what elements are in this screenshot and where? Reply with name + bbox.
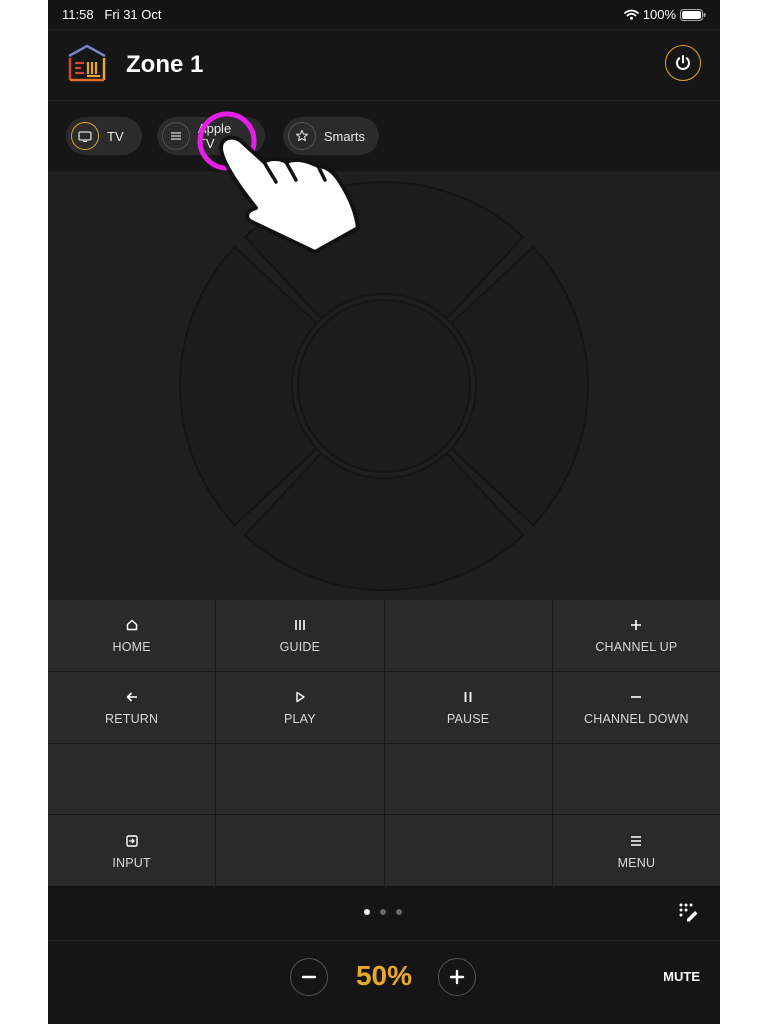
minus-icon [631,696,642,698]
menu-button[interactable]: MENU [552,815,720,886]
dpad-ok-button[interactable] [297,299,471,473]
remote-app: 11:58 Fri 31 Oct 100% Zone 1 TV Apple TV… [48,0,720,1024]
source-tv[interactable]: TV [66,117,142,155]
arrow-left-icon [126,692,137,702]
input-button[interactable]: INPUT [48,815,216,886]
empty-button-slot [384,743,552,815]
volume-down-button[interactable] [290,958,328,996]
mute-button[interactable]: MUTE [663,969,700,984]
empty-button-slot [384,600,552,671]
minus-icon [301,975,317,979]
guide-icon [295,620,305,631]
page-indicator-bar [48,886,720,941]
battery-icon [680,8,706,21]
channel-up-label: CHANNEL UP [595,640,678,655]
guide-label: GUIDE [279,640,321,655]
plus-icon [449,969,465,985]
source-tv-label: TV [107,128,124,144]
input-icon [125,834,138,847]
home-icon [126,620,137,631]
zone-title: Zone 1 [126,51,204,78]
empty-button-slot [384,815,552,886]
power-icon [676,55,690,70]
plus-icon [631,620,642,631]
source-smarts[interactable]: Smarts [283,117,379,155]
status-time: 11:58 Fri 31 Oct [62,7,162,22]
dpad [179,181,589,591]
play-label: PLAY [283,712,316,727]
pause-icon [464,692,472,703]
source-apple-tv-label: Apple TV [197,121,232,151]
volume-bar: 50% MUTE [48,941,720,1024]
pause-button[interactable]: PAUSE [384,671,552,743]
source-apple-tv[interactable]: Apple TV [157,117,265,155]
status-bar: 11:58 Fri 31 Oct 100% [48,0,720,29]
header: Zone 1 [48,29,720,101]
menu-label: MENU [617,855,656,870]
empty-button-slot [48,743,216,815]
wifi-icon [623,9,639,20]
dpad-area [48,172,720,600]
empty-button-slot [216,815,384,886]
home-button[interactable]: HOME [48,600,216,671]
volume-level: 50% [355,960,413,991]
channel-up-button[interactable]: CHANNEL UP [552,600,720,671]
app-logo-icon [68,44,106,82]
play-icon [296,691,305,703]
page-dot-3[interactable] [396,909,402,915]
empty-button-slot [216,743,384,815]
play-button[interactable]: PLAY [216,671,384,743]
power-button[interactable] [665,45,701,81]
status-date: Fri 31 Oct [104,7,162,22]
menu-icon [631,835,642,846]
input-label: INPUT [112,855,151,870]
page-dots[interactable] [364,909,402,915]
source-selector-bar: TV Apple TV Smarts [48,101,720,171]
page-dot-2[interactable] [380,909,386,915]
status-clock: 11:58 [62,7,94,22]
volume-up-button[interactable] [438,958,476,996]
star-icon [288,122,316,150]
guide-button[interactable]: GUIDE [216,600,384,671]
menu-lines-icon [162,122,190,150]
return-button[interactable]: RETURN [48,671,216,743]
edit-layout-icon[interactable] [678,902,700,922]
channel-down-label: CHANNEL DOWN [584,712,689,727]
page-dot-1[interactable] [364,909,370,915]
channel-down-button[interactable]: CHANNEL DOWN [552,671,720,743]
pause-label: PAUSE [446,712,490,727]
return-label: RETURN [104,712,159,727]
source-smarts-label: Smarts [323,128,365,144]
home-label: HOME [112,640,151,655]
empty-button-slot [552,743,720,815]
button-grid: HOME GUIDE CHANNEL UP RETURN PLAY PAUSE … [48,600,720,886]
battery-percent: 100% [642,7,676,22]
status-indicators: 100% [623,7,706,22]
tv-icon [71,122,99,150]
